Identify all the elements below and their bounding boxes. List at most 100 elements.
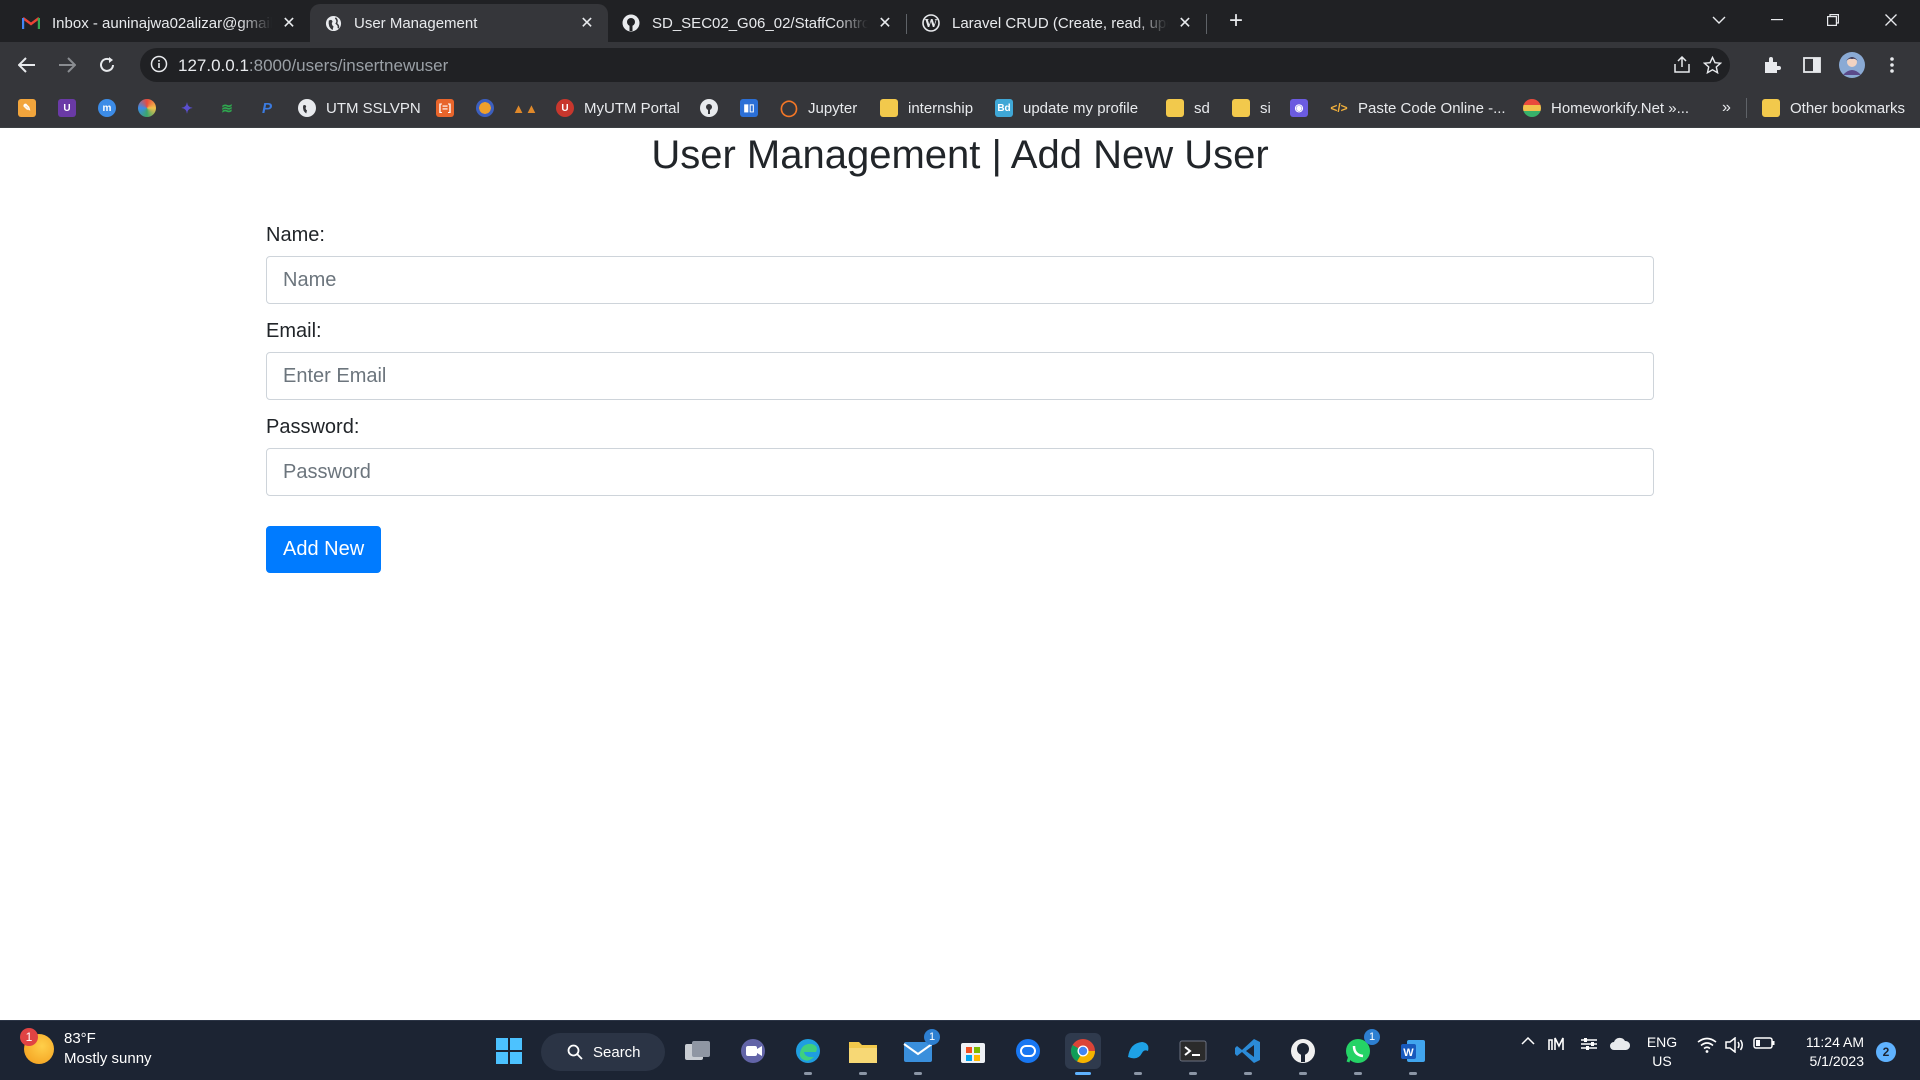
close-window-button[interactable]	[1868, 4, 1914, 36]
pinned-app-blue[interactable]	[1120, 1033, 1156, 1075]
battery-icon[interactable]	[1752, 1037, 1776, 1049]
messenger-app[interactable]	[1010, 1033, 1046, 1069]
profile-avatar[interactable]	[1838, 51, 1866, 79]
microsoft-store-app[interactable]	[955, 1033, 991, 1069]
github-desktop-app[interactable]	[1285, 1033, 1321, 1075]
extensions-puzzle-icon[interactable]	[1758, 51, 1786, 79]
bookmark-paste-code[interactable]: </> Paste Code Online -...	[1330, 96, 1506, 120]
volume-icon[interactable]	[1724, 1037, 1746, 1053]
bookmark-bracket[interactable]: [=]	[436, 96, 454, 120]
github-icon	[700, 99, 718, 117]
add-new-button[interactable]: Add New	[266, 526, 382, 573]
bookmark-label: MyUTM Portal	[584, 99, 680, 117]
bookmark-sd[interactable]: sd	[1166, 96, 1210, 120]
bookmark-github[interactable]	[700, 96, 718, 120]
tab-title: User Management	[354, 14, 478, 32]
code-icon: </>	[1330, 99, 1348, 117]
tray-app-icon[interactable]	[1546, 1037, 1568, 1051]
vscode-app[interactable]	[1230, 1033, 1266, 1075]
bookmark-update-profile[interactable]: Bd update my profile	[995, 96, 1138, 120]
password-input[interactable]	[266, 448, 1654, 496]
whatsapp-badge: 1	[1364, 1029, 1380, 1045]
bookmark-label: update my profile	[1023, 99, 1139, 117]
terminal-app[interactable]	[1175, 1033, 1211, 1075]
tab-search-chevron-icon[interactable]	[1696, 4, 1742, 36]
start-button[interactable]	[491, 1033, 527, 1069]
bookmark-internship[interactable]: internship	[880, 96, 973, 120]
language-indicator[interactable]: ENG US	[1646, 1033, 1678, 1071]
mail-app[interactable]: 1	[900, 1029, 940, 1075]
overflow-label: »	[1722, 99, 1731, 116]
chrome-menu-icon[interactable]	[1878, 51, 1906, 79]
bookmark-purple[interactable]: ✦	[178, 96, 196, 120]
site-info-icon[interactable]	[150, 55, 170, 75]
tray-overflow-chevron-icon[interactable]	[1518, 1037, 1538, 1045]
bookmark-blue-icon: m	[98, 99, 116, 117]
globe-icon	[324, 14, 342, 32]
bookmark-circle[interactable]	[476, 96, 494, 120]
bookmark-other[interactable]: Other bookmarks	[1762, 96, 1905, 120]
new-tab-button[interactable]: +	[1222, 8, 1250, 36]
bookmark-star-icon[interactable]	[1702, 55, 1722, 75]
bookmark-myutm-portal[interactable]: U MyUTM Portal	[556, 96, 680, 120]
back-button[interactable]	[11, 49, 43, 81]
name-input[interactable]	[266, 256, 1654, 304]
windows-taskbar: 1 83°F Mostly sunny Search 1 1 W ENG US …	[0, 1020, 1920, 1080]
bookmark-utm-sslvpn[interactable]: UTM SSLVPN	[298, 96, 421, 120]
teams-chat-app[interactable]	[735, 1033, 771, 1069]
add-user-form: Name: Email: Password: Add New	[266, 220, 1654, 573]
share-icon[interactable]	[1672, 55, 1692, 75]
url-path: :8000/users/insertnewuser	[248, 56, 449, 75]
bookmarks-overflow-button[interactable]: »	[1722, 96, 1731, 120]
bookmark-trello[interactable]: ▮▯	[740, 96, 758, 120]
url-text[interactable]: 127.0.0.1:8000/users/insertnewuser	[178, 56, 448, 76]
bookmark-ring[interactable]	[138, 96, 156, 120]
bookmark-paypal[interactable]: P	[258, 96, 276, 120]
clock[interactable]: 11:24 AM 5/1/2023	[1794, 1033, 1864, 1071]
minimize-button[interactable]	[1754, 4, 1800, 36]
bookmark-jupyter[interactable]: ◯ Jupyter	[780, 96, 857, 120]
bookmark-label: Jupyter	[808, 99, 858, 117]
clock-time: 11:24 AM	[1805, 1034, 1864, 1050]
task-view-button[interactable]	[680, 1033, 716, 1069]
bookmark-homeworkify[interactable]: Homeworkify.Net »...	[1523, 96, 1689, 120]
bookmark-notes[interactable]: ✎	[18, 96, 36, 120]
whatsapp-app[interactable]: 1	[1340, 1029, 1380, 1075]
bookmark-utm[interactable]: U	[58, 96, 76, 120]
close-icon[interactable]: ✕	[280, 14, 298, 32]
edge-app[interactable]	[790, 1033, 826, 1075]
bookmark-blue[interactable]: m	[98, 96, 116, 120]
close-icon[interactable]: ✕	[1176, 14, 1194, 32]
bookmark-mountain[interactable]: ▲▲	[512, 96, 538, 120]
tab-github[interactable]: SD_SEC02_G06_02/StaffController.php ✕	[608, 4, 906, 42]
edge-icon	[796, 1039, 820, 1063]
wifi-icon[interactable]	[1696, 1037, 1718, 1053]
bookmark-discord[interactable]: ◉	[1290, 96, 1308, 120]
taskbar-search[interactable]: Search	[541, 1033, 665, 1071]
github-desktop-icon	[1291, 1039, 1315, 1063]
tab-user-management[interactable]: User Management ✕	[310, 4, 608, 42]
restore-button[interactable]	[1810, 4, 1856, 36]
word-app[interactable]: W	[1395, 1033, 1431, 1075]
task-view-icon	[685, 1041, 710, 1060]
word-icon: W	[1401, 1040, 1425, 1062]
address-bar[interactable]: 127.0.0.1:8000/users/insertnewuser	[140, 48, 1730, 82]
side-panel-icon[interactable]	[1798, 51, 1826, 79]
bookmark-green[interactable]: ≋	[218, 96, 236, 120]
tray-sliders-icon[interactable]	[1578, 1037, 1600, 1051]
email-input[interactable]	[266, 352, 1654, 400]
forward-button[interactable]	[51, 49, 83, 81]
close-icon[interactable]: ✕	[578, 14, 596, 32]
tab-divider	[906, 14, 907, 34]
chrome-app[interactable]	[1065, 1033, 1101, 1075]
file-explorer-app[interactable]	[845, 1033, 881, 1075]
weather-widget[interactable]: 1 83°F Mostly sunny	[20, 1028, 152, 1069]
bookmark-si[interactable]: si	[1232, 96, 1271, 120]
tab-laravel-crud[interactable]: W Laravel CRUD (Create, read, update, de…	[908, 4, 1206, 42]
notification-badge[interactable]: 2	[1876, 1042, 1896, 1062]
tab-gmail[interactable]: Inbox - auninajwa02alizar@gmail.com ✕	[8, 4, 310, 42]
close-icon[interactable]: ✕	[876, 14, 894, 32]
reload-button[interactable]	[91, 49, 123, 81]
tab-title: Inbox - auninajwa02alizar@gmail.com	[52, 14, 272, 32]
onedrive-cloud-icon[interactable]	[1608, 1037, 1632, 1051]
